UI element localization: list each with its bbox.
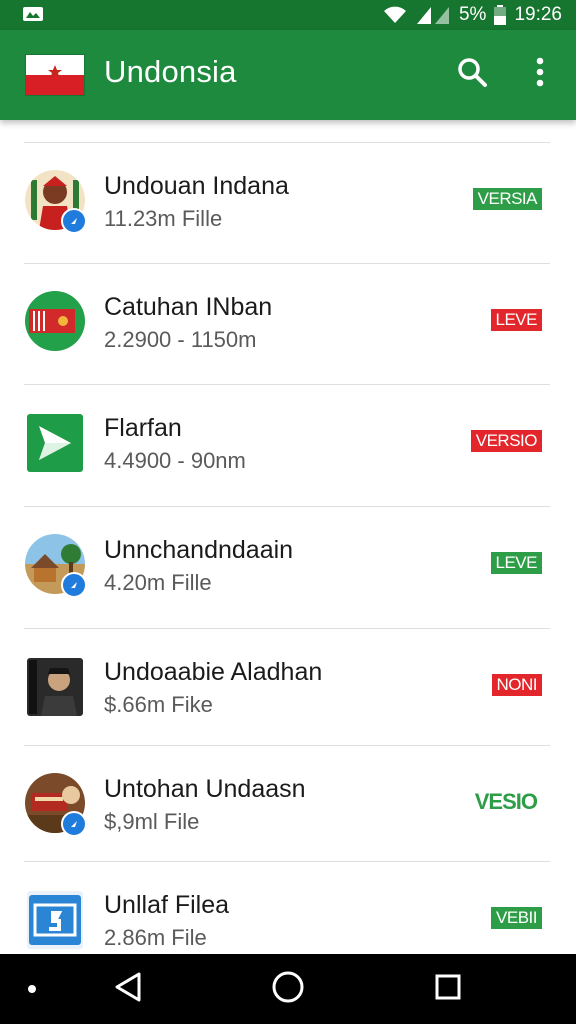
list-item[interactable]: Untohan Undaasn $,9ml File VESIO	[0, 745, 576, 865]
item-avatar	[25, 170, 87, 234]
search-icon	[456, 56, 488, 93]
list-item[interactable]: Undoaabie Aladhan $.66m Fike NONI	[0, 628, 576, 748]
app-title: Undonsia	[104, 54, 237, 89]
item-tag: NONI	[491, 674, 542, 696]
item-avatar	[25, 773, 87, 837]
verified-badge-icon	[61, 208, 87, 234]
item-tag: VERSIA	[472, 188, 542, 210]
search-button[interactable]	[450, 52, 494, 96]
item-subtitle: 4.4900 - 90nm	[104, 448, 246, 473]
home-icon	[271, 970, 305, 1009]
item-subtitle: $.66m Fike	[104, 692, 213, 717]
item-title: Flarfan	[104, 414, 182, 442]
notification-icon	[22, 6, 44, 22]
item-title: Unnchandndaain	[104, 536, 294, 564]
app-bar: Undonsia	[0, 30, 576, 120]
item-tag: VERSIO	[470, 430, 542, 452]
nav-dot-icon	[28, 985, 36, 993]
recents-icon	[434, 973, 462, 1006]
more-options-button[interactable]	[518, 52, 562, 96]
item-avatar	[25, 656, 85, 718]
item-tag: LEVE	[490, 552, 542, 574]
item-avatar	[25, 534, 87, 598]
list-item[interactable]: Unnchandndaain 4.20m Fille LEVE	[0, 506, 576, 626]
file-list: Undouan Indana 11.23m Fille VERSIA Catuh…	[0, 120, 576, 954]
status-time: 19:26	[514, 4, 562, 25]
item-subtitle: $,9ml File	[104, 809, 200, 834]
battery-text: 5%	[458, 4, 487, 25]
verified-badge-icon	[61, 572, 87, 598]
item-subtitle: 11.23m Fille	[104, 206, 223, 231]
item-subtitle: 4.20m Fille	[104, 570, 212, 595]
back-icon	[113, 971, 143, 1008]
verified-badge-icon	[61, 811, 87, 837]
battery-icon	[494, 5, 507, 25]
wifi-icon	[383, 5, 407, 25]
more-vert-icon	[535, 57, 545, 92]
back-button[interactable]	[110, 971, 146, 1007]
item-title: Undouan Indana	[104, 172, 289, 200]
item-title: Unllaf Filea	[104, 891, 230, 919]
item-subtitle: 2.86m File	[104, 925, 207, 950]
item-tag: VESIO	[474, 789, 538, 814]
list-item[interactable]: Catuhan INban 2.2900 - 1150m LEVE	[0, 263, 576, 383]
list-item[interactable]: Undouan Indana 11.23m Fille VERSIA	[0, 142, 576, 262]
item-subtitle: 2.2900 - 1150m	[104, 327, 257, 352]
item-title: Untohan Undaasn	[104, 775, 306, 803]
list-item[interactable]: Unllaf Filea 2.86m File VEBII	[0, 861, 576, 954]
flag-icon	[26, 55, 84, 95]
item-title: Catuhan INban	[104, 293, 273, 321]
recents-button[interactable]	[430, 971, 466, 1007]
list-item[interactable]: Flarfan 4.4900 - 90nm VERSIO	[0, 384, 576, 504]
item-title: Undoaabie Aladhan	[104, 658, 323, 686]
status-bar: 5% 19:26	[0, 0, 576, 30]
home-button[interactable]	[270, 971, 306, 1007]
item-tag: LEVE	[490, 309, 542, 331]
navigation-bar	[0, 954, 576, 1024]
item-avatar	[25, 291, 85, 353]
item-avatar	[25, 412, 85, 474]
item-tag: VEBII	[491, 907, 542, 929]
item-avatar	[25, 889, 85, 951]
signal-icon	[415, 5, 451, 25]
